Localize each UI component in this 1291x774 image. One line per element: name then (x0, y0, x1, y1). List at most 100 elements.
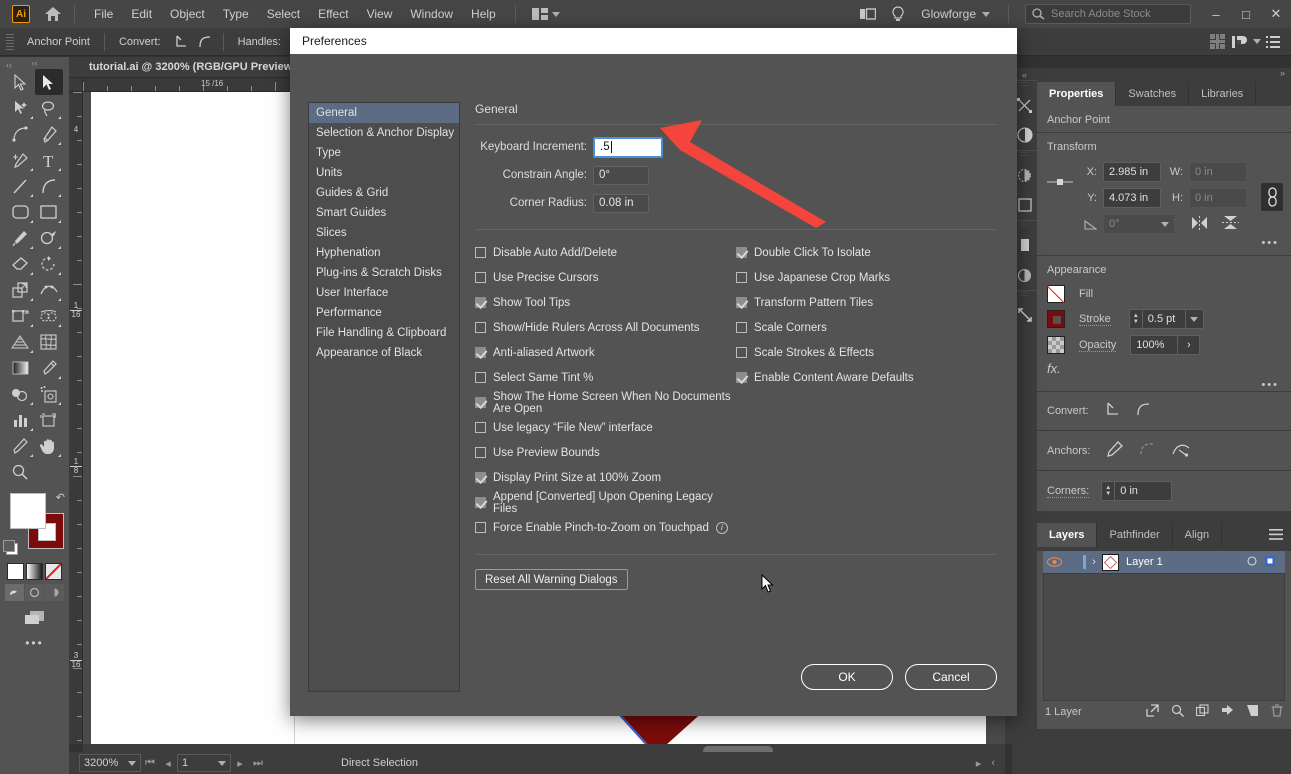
menu-help[interactable]: Help (462, 3, 505, 25)
opacity-value[interactable]: 100% (1130, 335, 1179, 355)
status-prev-icon[interactable]: ‹ (991, 757, 995, 769)
flip-vertical-icon[interactable] (1222, 215, 1239, 233)
menu-effect[interactable]: Effect (309, 3, 357, 25)
checkbox-show-hide-rulers-across-all-documents[interactable] (475, 322, 486, 333)
tool-type-tool[interactable]: T (35, 147, 64, 173)
preferences-category-guides-grid[interactable]: Guides & Grid (309, 183, 459, 203)
default-fill-stroke-icon[interactable] (3, 540, 18, 555)
tool-paintbrush-tool[interactable] (6, 225, 35, 251)
prev-page-icon[interactable]: ◂ (159, 757, 177, 770)
checkbox-row[interactable]: Show/Hide Rulers Across All Documents (475, 315, 736, 340)
pathfinder-icon[interactable] (1229, 31, 1253, 53)
draw-inside-button[interactable] (45, 584, 64, 601)
checkbox-row[interactable]: Double Click To Isolate (736, 240, 997, 265)
fill-swatch[interactable] (10, 493, 46, 529)
preferences-category-units[interactable]: Units (309, 163, 459, 183)
layer-name[interactable]: Layer 1 (1126, 556, 1163, 568)
lightbulb-icon[interactable] (883, 0, 913, 28)
cancel-button[interactable]: Cancel (905, 664, 997, 690)
remove-anchor-icon[interactable] (1106, 441, 1124, 460)
tool-rectangle-tool[interactable] (35, 199, 64, 225)
tool-selection-tool[interactable] (6, 69, 35, 95)
w-input[interactable]: 0 in (1189, 162, 1247, 182)
corners-label[interactable]: Corners: (1047, 485, 1090, 498)
panel-menu-icon[interactable] (1269, 529, 1283, 543)
control-bar-grip[interactable] (6, 33, 14, 50)
tool-blend-tool[interactable] (6, 381, 35, 407)
left-panel-collapse-icon[interactable]: ‹‹ (6, 60, 12, 70)
opacity-label[interactable]: Opacity (1079, 339, 1117, 352)
target-circle-icon[interactable] (1247, 555, 1257, 569)
tab-pathfinder[interactable]: Pathfinder (1097, 523, 1173, 547)
corner-radius-input[interactable]: 0.08 in (593, 193, 649, 213)
checkbox-row[interactable]: Disable Auto Add/Delete (475, 240, 736, 265)
tool-shaper-tool[interactable] (35, 225, 64, 251)
search-input[interactable]: Search Adobe Stock (1025, 4, 1191, 24)
y-input[interactable]: 4.073 in (1103, 188, 1161, 208)
stroke-weight-dropdown[interactable] (1185, 309, 1204, 329)
checkbox-use-japanese-crop-marks[interactable] (736, 272, 747, 283)
checkbox-row[interactable]: Use Preview Bounds (475, 440, 736, 465)
convert-to-corner-icon[interactable] (169, 31, 193, 53)
menu-select[interactable]: Select (258, 3, 309, 25)
checkbox-row[interactable]: Use legacy “File New” interface (475, 415, 736, 440)
link-wh-icon[interactable] (1261, 183, 1283, 211)
tool-column-graph-tool[interactable] (6, 407, 35, 433)
release-to-layers-icon[interactable] (1146, 704, 1159, 720)
flip-horizontal-icon[interactable] (1191, 215, 1208, 233)
tool-free-transform-tool[interactable] (6, 303, 35, 329)
convert-to-smooth-icon[interactable] (193, 31, 217, 53)
visibility-eye-icon[interactable] (1043, 557, 1065, 567)
tool-add-anchor-point-tool[interactable] (6, 147, 35, 173)
show-handles-icon[interactable] (1172, 441, 1190, 460)
preferences-category-general[interactable]: General (309, 103, 459, 123)
align-icon[interactable] (1205, 31, 1229, 53)
checkbox-row[interactable]: Anti-aliased Artwork (475, 340, 736, 365)
selection-square-icon[interactable] (1265, 556, 1275, 569)
corners-stepper[interactable]: ▲ ▼ (1101, 481, 1115, 501)
checkbox-row[interactable]: Scale Corners (736, 315, 997, 340)
checkbox-row[interactable]: Append [Converted] Upon Opening Legacy F… (475, 490, 736, 515)
tool-width-tool[interactable] (35, 277, 64, 303)
menu-file[interactable]: File (85, 3, 122, 25)
last-page-icon[interactable]: ⏭ (249, 757, 267, 770)
tool-line-segment-tool[interactable] (6, 173, 35, 199)
none-swatch-button[interactable] (45, 563, 62, 580)
menu-edit[interactable]: Edit (122, 3, 161, 25)
checkbox-row[interactable]: Use Precise Cursors (475, 265, 736, 290)
tool-eyedropper-tool[interactable] (35, 355, 64, 381)
reference-point-icon[interactable] (1047, 177, 1073, 190)
home-icon[interactable] (42, 4, 64, 24)
delete-layer-icon[interactable] (1271, 704, 1283, 720)
checkbox-row[interactable]: Scale Strokes & Effects (736, 340, 997, 365)
stroke-weight-value[interactable]: 0.5 pt (1141, 309, 1186, 329)
reset-warning-dialogs-button[interactable]: Reset All Warning Dialogs (475, 569, 628, 590)
first-page-icon[interactable]: ⏮ (141, 757, 159, 770)
checkbox-row[interactable]: Show Tool Tips (475, 290, 736, 315)
preferences-category-performance[interactable]: Performance (309, 303, 459, 323)
gradient-swatch-button[interactable] (26, 563, 43, 580)
angle-input[interactable]: 0° (1103, 214, 1175, 234)
tool-perspective-grid-tool[interactable] (6, 329, 35, 355)
options-list-icon[interactable] (1261, 31, 1285, 53)
checkbox-row[interactable]: Display Print Size at 100% Zoom (475, 465, 736, 490)
checkbox-append-converted-upon-opening-legacy-files[interactable] (475, 497, 486, 508)
fx-button[interactable]: fx. (1047, 361, 1061, 376)
checkbox-show-the-home-screen-when-no-documents-are-open[interactable] (475, 397, 486, 408)
appearance-more-button[interactable]: ••• (1037, 379, 1291, 391)
tool-magic-wand-tool[interactable] (6, 95, 35, 121)
page-number-select[interactable]: 1 (177, 754, 231, 772)
draw-normal-button[interactable] (5, 584, 24, 601)
checkbox-row[interactable]: Select Same Tint % (475, 365, 736, 390)
menu-object[interactable]: Object (161, 3, 214, 25)
preferences-category-smart-guides[interactable]: Smart Guides (309, 203, 459, 223)
preferences-category-file-handling-clipboard[interactable]: File Handling & Clipboard (309, 323, 459, 343)
tool-mesh-tool[interactable] (35, 329, 64, 355)
vertical-ruler[interactable]: 4 1 16 1 8 3 16 (69, 92, 83, 744)
checkbox-use-preview-bounds[interactable] (475, 447, 486, 458)
stroke-swatch-button[interactable] (1047, 310, 1065, 328)
checkbox-row[interactable]: Show The Home Screen When No Documents A… (475, 390, 736, 415)
status-play-icon[interactable]: ▸ (976, 757, 982, 770)
tab-libraries[interactable]: Libraries (1189, 82, 1257, 106)
menu-window[interactable]: Window (401, 3, 462, 25)
